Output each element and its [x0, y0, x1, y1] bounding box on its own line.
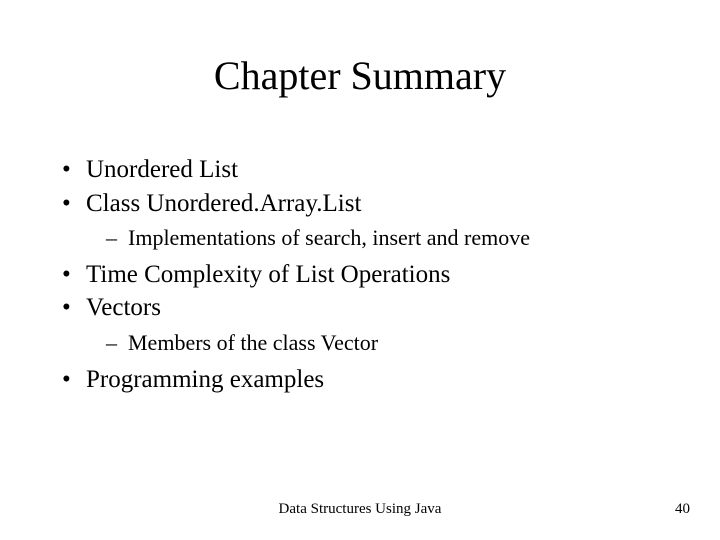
slide-title: Chapter Summary — [0, 52, 720, 99]
bullet-item: Unordered List — [58, 155, 668, 186]
page-number: 40 — [675, 501, 690, 518]
sub-bullet-item: Members of the class Vector — [58, 330, 668, 357]
bullet-item: Vectors — [58, 293, 668, 324]
bullet-item: Programming examples — [58, 365, 668, 396]
bullet-item: Time Complexity of List Operations — [58, 260, 668, 291]
sub-bullet-item: Implementations of search, insert and re… — [58, 225, 668, 252]
slide-body: Unordered List Class Unordered.Array.Lis… — [58, 155, 668, 398]
bullet-item: Class Unordered.Array.List — [58, 189, 668, 220]
slide: Chapter Summary Unordered List Class Uno… — [0, 0, 720, 540]
footer-text: Data Structures Using Java — [0, 501, 720, 518]
